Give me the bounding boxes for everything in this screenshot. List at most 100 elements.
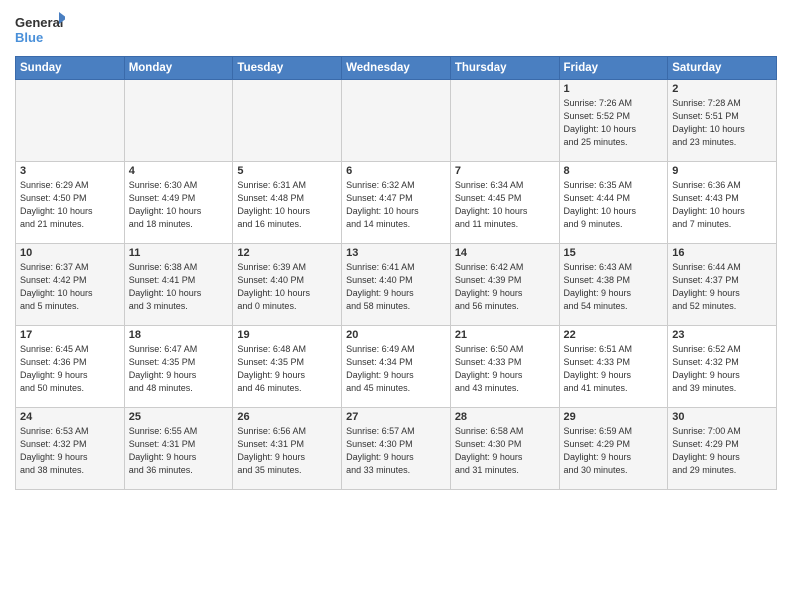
calendar-day: 15 Sunrise: 6:43 AM Sunset: 4:38 PM Dayli…	[559, 244, 668, 326]
calendar-day: 28 Sunrise: 6:58 AM Sunset: 4:30 PM Dayli…	[450, 408, 559, 490]
day-number: 14	[455, 247, 555, 259]
calendar-day: 12 Sunrise: 6:39 AM Sunset: 4:40 PM Dayli…	[233, 244, 342, 326]
day-info: Sunrise: 6:32 AM Sunset: 4:47 PM Dayligh…	[346, 179, 446, 231]
day-info: Sunrise: 6:55 AM Sunset: 4:31 PM Dayligh…	[129, 425, 229, 477]
day-number: 18	[129, 329, 229, 341]
day-number: 22	[564, 329, 664, 341]
day-info: Sunrise: 6:50 AM Sunset: 4:33 PM Dayligh…	[455, 343, 555, 395]
calendar-day: 23 Sunrise: 6:52 AM Sunset: 4:32 PM Dayli…	[668, 326, 777, 408]
calendar-day: 25Sunrise: 6:55 AM Sunset: 4:31 PM Dayli…	[124, 408, 233, 490]
calendar-day: 30Sunrise: 7:00 AM Sunset: 4:29 PM Dayli…	[668, 408, 777, 490]
day-info: Sunrise: 7:26 AM Sunset: 5:52 PM Dayligh…	[564, 97, 664, 149]
day-info: Sunrise: 6:30 AM Sunset: 4:49 PM Dayligh…	[129, 179, 229, 231]
calendar-week: 17 Sunrise: 6:45 AM Sunset: 4:36 PM Dayli…	[16, 326, 777, 408]
day-info: Sunrise: 6:43 AM Sunset: 4:38 PM Dayligh…	[564, 261, 664, 313]
svg-text:General: General	[15, 15, 63, 30]
day-info: Sunrise: 6:35 AM Sunset: 4:44 PM Dayligh…	[564, 179, 664, 231]
day-number: 26	[237, 411, 337, 423]
calendar-week: 24 Sunrise: 6:53 AM Sunset: 4:32 PM Dayli…	[16, 408, 777, 490]
calendar-day: 22 Sunrise: 6:51 AM Sunset: 4:33 PM Dayli…	[559, 326, 668, 408]
calendar-day: 27 Sunrise: 6:57 AM Sunset: 4:30 PM Dayli…	[342, 408, 451, 490]
calendar-day	[450, 80, 559, 162]
day-number: 21	[455, 329, 555, 341]
day-number: 6	[346, 165, 446, 177]
day-number: 19	[237, 329, 337, 341]
calendar-day: 10 Sunrise: 6:37 AM Sunset: 4:42 PM Dayli…	[16, 244, 125, 326]
weekday-header: Friday	[559, 57, 668, 80]
weekday-header: Thursday	[450, 57, 559, 80]
day-number: 29	[564, 411, 664, 423]
calendar-day: 13 Sunrise: 6:41 AM Sunset: 4:40 PM Dayli…	[342, 244, 451, 326]
calendar-day	[16, 80, 125, 162]
day-info: Sunrise: 6:44 AM Sunset: 4:37 PM Dayligh…	[672, 261, 772, 313]
calendar: SundayMondayTuesdayWednesdayThursdayFrid…	[15, 56, 777, 490]
day-number: 30	[672, 411, 772, 423]
day-number: 12	[237, 247, 337, 259]
day-info: Sunrise: 6:29 AM Sunset: 4:50 PM Dayligh…	[20, 179, 120, 231]
day-number: 28	[455, 411, 555, 423]
calendar-day: 14 Sunrise: 6:42 AM Sunset: 4:39 PM Dayli…	[450, 244, 559, 326]
calendar-day: 21 Sunrise: 6:50 AM Sunset: 4:33 PM Dayli…	[450, 326, 559, 408]
day-number: 11	[129, 247, 229, 259]
calendar-day: 5Sunrise: 6:31 AM Sunset: 4:48 PM Daylig…	[233, 162, 342, 244]
day-info: Sunrise: 6:31 AM Sunset: 4:48 PM Dayligh…	[237, 179, 337, 231]
calendar-day: 20Sunrise: 6:49 AM Sunset: 4:34 PM Dayli…	[342, 326, 451, 408]
day-info: Sunrise: 6:59 AM Sunset: 4:29 PM Dayligh…	[564, 425, 664, 477]
svg-text:Blue: Blue	[15, 30, 43, 45]
calendar-header: SundayMondayTuesdayWednesdayThursdayFrid…	[16, 57, 777, 80]
calendar-day: 11 Sunrise: 6:38 AM Sunset: 4:41 PM Dayli…	[124, 244, 233, 326]
day-info: Sunrise: 6:34 AM Sunset: 4:45 PM Dayligh…	[455, 179, 555, 231]
day-number: 17	[20, 329, 120, 341]
general-blue-logo-icon: General Blue	[15, 10, 65, 48]
day-info: Sunrise: 6:45 AM Sunset: 4:36 PM Dayligh…	[20, 343, 120, 395]
calendar-day: 9 Sunrise: 6:36 AM Sunset: 4:43 PM Daylig…	[668, 162, 777, 244]
weekday-header: Wednesday	[342, 57, 451, 80]
weekday-header: Tuesday	[233, 57, 342, 80]
day-info: Sunrise: 6:52 AM Sunset: 4:32 PM Dayligh…	[672, 343, 772, 395]
day-info: Sunrise: 6:41 AM Sunset: 4:40 PM Dayligh…	[346, 261, 446, 313]
day-info: Sunrise: 6:51 AM Sunset: 4:33 PM Dayligh…	[564, 343, 664, 395]
day-info: Sunrise: 6:36 AM Sunset: 4:43 PM Dayligh…	[672, 179, 772, 231]
calendar-week: 10 Sunrise: 6:37 AM Sunset: 4:42 PM Dayli…	[16, 244, 777, 326]
calendar-week: 1Sunrise: 7:26 AM Sunset: 5:52 PM Daylig…	[16, 80, 777, 162]
header-row: SundayMondayTuesdayWednesdayThursdayFrid…	[16, 57, 777, 80]
day-info: Sunrise: 6:38 AM Sunset: 4:41 PM Dayligh…	[129, 261, 229, 313]
day-number: 4	[129, 165, 229, 177]
calendar-day: 1Sunrise: 7:26 AM Sunset: 5:52 PM Daylig…	[559, 80, 668, 162]
calendar-day: 18Sunrise: 6:47 AM Sunset: 4:35 PM Dayli…	[124, 326, 233, 408]
logo: General Blue	[15, 10, 65, 48]
calendar-day: 29 Sunrise: 6:59 AM Sunset: 4:29 PM Dayli…	[559, 408, 668, 490]
day-number: 15	[564, 247, 664, 259]
calendar-day	[233, 80, 342, 162]
day-number: 24	[20, 411, 120, 423]
day-number: 8	[564, 165, 664, 177]
calendar-day: 17 Sunrise: 6:45 AM Sunset: 4:36 PM Dayli…	[16, 326, 125, 408]
day-number: 27	[346, 411, 446, 423]
day-info: Sunrise: 6:57 AM Sunset: 4:30 PM Dayligh…	[346, 425, 446, 477]
calendar-week: 3Sunrise: 6:29 AM Sunset: 4:50 PM Daylig…	[16, 162, 777, 244]
calendar-day: 19 Sunrise: 6:48 AM Sunset: 4:35 PM Dayli…	[233, 326, 342, 408]
day-info: Sunrise: 6:53 AM Sunset: 4:32 PM Dayligh…	[20, 425, 120, 477]
day-number: 10	[20, 247, 120, 259]
day-number: 23	[672, 329, 772, 341]
calendar-day: 6 Sunrise: 6:32 AM Sunset: 4:47 PM Daylig…	[342, 162, 451, 244]
day-info: Sunrise: 6:48 AM Sunset: 4:35 PM Dayligh…	[237, 343, 337, 395]
calendar-day: 7Sunrise: 6:34 AM Sunset: 4:45 PM Daylig…	[450, 162, 559, 244]
header: General Blue	[15, 10, 777, 48]
calendar-day: 16 Sunrise: 6:44 AM Sunset: 4:37 PM Dayli…	[668, 244, 777, 326]
day-info: Sunrise: 6:39 AM Sunset: 4:40 PM Dayligh…	[237, 261, 337, 313]
day-number: 13	[346, 247, 446, 259]
page: General Blue SundayMondayTuesdayWednesda…	[0, 0, 792, 612]
day-info: Sunrise: 7:28 AM Sunset: 5:51 PM Dayligh…	[672, 97, 772, 149]
day-number: 16	[672, 247, 772, 259]
day-number: 9	[672, 165, 772, 177]
day-info: Sunrise: 6:42 AM Sunset: 4:39 PM Dayligh…	[455, 261, 555, 313]
calendar-day	[342, 80, 451, 162]
calendar-body: 1Sunrise: 7:26 AM Sunset: 5:52 PM Daylig…	[16, 80, 777, 490]
weekday-header: Monday	[124, 57, 233, 80]
calendar-day: 26Sunrise: 6:56 AM Sunset: 4:31 PM Dayli…	[233, 408, 342, 490]
calendar-day: 2Sunrise: 7:28 AM Sunset: 5:51 PM Daylig…	[668, 80, 777, 162]
calendar-day: 24 Sunrise: 6:53 AM Sunset: 4:32 PM Dayli…	[16, 408, 125, 490]
day-info: Sunrise: 6:58 AM Sunset: 4:30 PM Dayligh…	[455, 425, 555, 477]
day-info: Sunrise: 6:37 AM Sunset: 4:42 PM Dayligh…	[20, 261, 120, 313]
